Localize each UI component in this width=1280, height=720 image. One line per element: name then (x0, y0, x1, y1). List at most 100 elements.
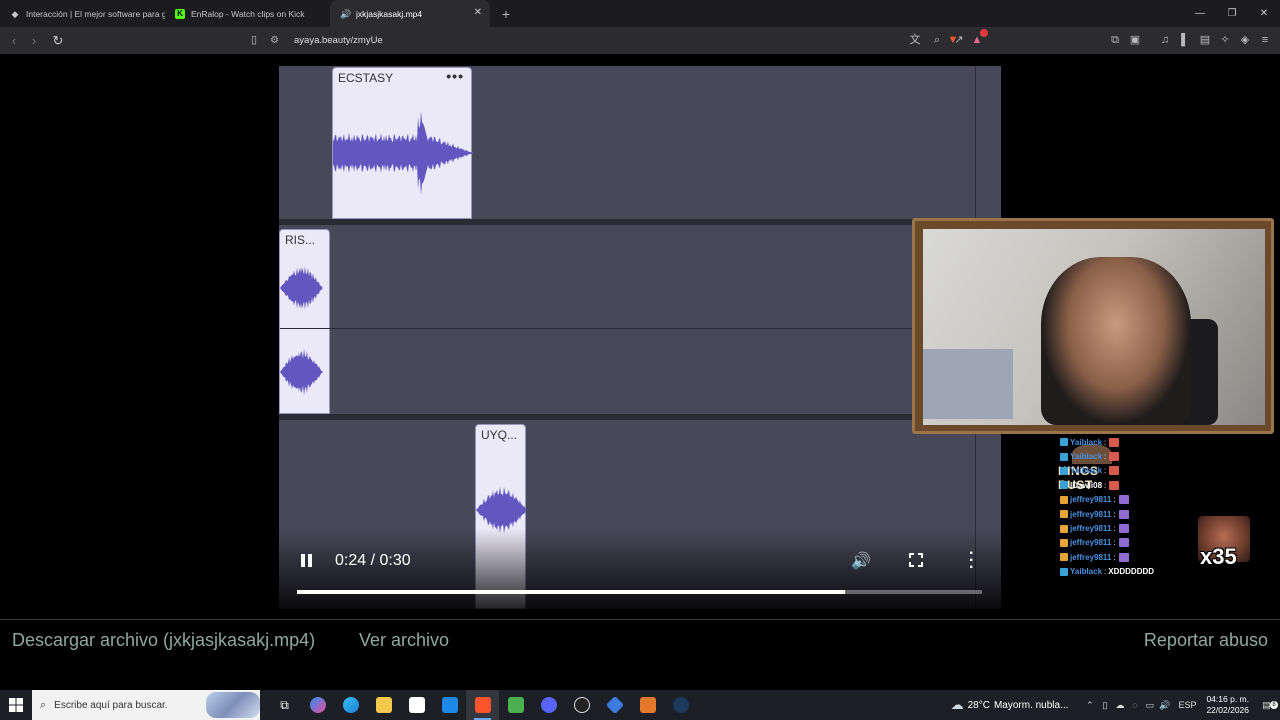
extensions-icon[interactable]: ⧉ (1108, 32, 1122, 48)
taskbar-search[interactable]: ⌕ Escribe aquí para buscar. (32, 690, 260, 720)
network-icon[interactable]: ▭ (1142, 700, 1157, 711)
address-bar[interactable]: ⚙ ayaya.beauty/zmyUe (270, 30, 966, 51)
close-window-button[interactable]: ✕ (1248, 0, 1280, 27)
copilot-icon[interactable] (301, 690, 334, 720)
chat-message: jeffrey9811: (1060, 536, 1200, 550)
reload-button[interactable]: ↻ (48, 33, 68, 49)
video-player[interactable]: ECSTASY ••• RIS... UYQ... 0:24 / 0:30 🔊 … (279, 66, 1001, 609)
new-tab-button[interactable]: + (498, 6, 514, 22)
audio-clip-ris[interactable]: RIS... (279, 229, 331, 414)
store-icon[interactable] (400, 690, 433, 720)
audio-clip-ecstasy[interactable]: ECSTASY ••• (332, 67, 473, 219)
page-content: ECSTASY ••• RIS... UYQ... 0:24 / 0:30 🔊 … (0, 54, 1280, 690)
restore-button[interactable]: ❐ (1216, 0, 1248, 27)
translate-icon[interactable]: 文 (908, 32, 922, 48)
screenshot-icon[interactable]: ▣ (1128, 32, 1142, 48)
view-file-link[interactable]: Ver archivo (359, 630, 449, 651)
time-display: 0:24 / 0:30 (335, 552, 411, 569)
chat-username[interactable]: Yaiblack (1070, 567, 1102, 576)
chat-separator: : (1104, 567, 1107, 577)
site-settings-icon[interactable]: ⚙ (270, 35, 284, 46)
mail-icon[interactable] (433, 690, 466, 720)
chat-username[interactable]: jeffrey9811 (1070, 524, 1111, 533)
zoom-icon[interactable]: ⌕ (930, 32, 944, 48)
onedrive-icon[interactable]: ☁ (1112, 700, 1127, 711)
chat-text: XDDDDDDD (1108, 567, 1155, 577)
wallet-icon[interactable]: ▤ (1198, 32, 1212, 48)
discord-icon[interactable] (532, 690, 565, 720)
tab-label: Interacción | El mejor software para g (26, 8, 165, 19)
background-bed (923, 349, 1013, 419)
forward-button[interactable]: › (24, 33, 44, 48)
lane-divider (279, 328, 1001, 329)
user-badge-icon (1060, 510, 1068, 519)
chat-username[interactable]: IDawli08 (1070, 481, 1102, 490)
vpn-icon[interactable]: ◈ (1238, 32, 1252, 48)
sidebar-icon[interactable]: ▌ (1178, 32, 1192, 48)
menu-icon[interactable]: ≡ (1258, 32, 1272, 48)
brave-shields-icon[interactable]: ▼ (946, 32, 960, 48)
cloud-icon: ☁ (950, 697, 964, 712)
chat-message: Yaiblack: XDDDDDDD (1060, 565, 1200, 579)
progress-bar[interactable] (297, 590, 982, 594)
emote-icon (1118, 538, 1129, 548)
minecraft-icon[interactable] (499, 690, 532, 720)
speaker-icon[interactable]: 🔊 (1157, 700, 1172, 711)
tray-app-icon[interactable]: ▯ (1097, 700, 1112, 711)
tray-app-icon[interactable]: ◌ (1127, 700, 1142, 710)
user-badge-icon (1060, 438, 1068, 447)
chat-message: jeffrey9811: (1060, 521, 1200, 535)
webcam-feed (923, 229, 1265, 425)
chat-username[interactable]: Yaiblack (1070, 438, 1102, 447)
fullscreen-icon[interactable] (909, 553, 923, 567)
file-explorer-icon[interactable] (367, 690, 400, 720)
user-badge-icon (1060, 481, 1068, 490)
more-options-icon[interactable]: · · · (969, 546, 974, 576)
brave-rewards-icon[interactable]: ▲ (970, 29, 988, 48)
tab-video[interactable]: 🔊 jxkjasjkasakj.mp4 ✕ (330, 0, 490, 27)
weather-widget[interactable]: ☁ 28°C Mayorm. nubla... (951, 697, 1069, 713)
brave-icon[interactable] (466, 690, 499, 720)
divider (0, 619, 1280, 620)
chat-separator: : (1113, 509, 1116, 519)
edge-icon[interactable] (334, 690, 367, 720)
minimize-button[interactable]: — (1184, 0, 1216, 27)
download-link[interactable]: Descargar archivo (jxkjasjkasakj.mp4) (12, 630, 315, 651)
chevron-up-icon[interactable]: ⌃ (1082, 700, 1097, 711)
chat-username[interactable]: Yaiblack (1070, 452, 1102, 461)
emote-count: x35 (1200, 544, 1237, 569)
back-button[interactable]: ‹ (4, 33, 24, 48)
tab-interaccion[interactable]: ◆ Interacción | El mejor software para g (0, 0, 165, 27)
chat-username[interactable]: Yaiblack (1070, 466, 1102, 475)
clip-menu-icon[interactable]: ••• (446, 68, 464, 84)
obs-icon[interactable] (565, 690, 598, 720)
task-view-icon[interactable]: ⧉ (268, 690, 301, 720)
emote-icon (1118, 495, 1129, 505)
taskbar-apps: ⧉ (268, 690, 697, 720)
language-indicator[interactable]: ESP (1178, 700, 1196, 710)
emote-icon (1109, 452, 1120, 462)
app-icon[interactable] (598, 690, 631, 720)
chat-username[interactable]: jeffrey9811 (1070, 495, 1111, 504)
volume-icon[interactable]: 🔊 (851, 551, 871, 571)
chat-message: Yaiblack: (1060, 435, 1200, 449)
chat-message: Yaiblack: (1060, 449, 1200, 463)
app-icon-4[interactable] (631, 690, 664, 720)
notifications-icon[interactable]: ▤ 8 (1259, 700, 1278, 711)
pause-button[interactable] (299, 552, 315, 570)
chat-username[interactable]: jeffrey9811 (1070, 510, 1111, 519)
close-tab-icon[interactable]: ✕ (474, 7, 482, 18)
steam-icon[interactable] (664, 690, 697, 720)
tab-kick[interactable]: K EnRalop - Watch clips on Kick (165, 0, 330, 27)
clock[interactable]: 04:16 p. m. 22/02/2026 (1206, 694, 1249, 716)
bookmark-icon[interactable]: ▯ (247, 32, 261, 48)
chat-username[interactable]: jeffrey9811 (1070, 538, 1111, 547)
leo-ai-icon[interactable]: ✧ (1218, 32, 1232, 48)
start-button[interactable] (0, 690, 32, 720)
report-abuse-link[interactable]: Reportar abuso (1144, 630, 1268, 651)
chat-message: jeffrey9811: (1060, 493, 1200, 507)
chat-message: jeffrey9811: (1060, 550, 1200, 564)
user-badge-icon (1060, 553, 1068, 562)
chat-username[interactable]: jeffrey9811 (1070, 553, 1111, 562)
music-icon[interactable]: ♫ (1158, 32, 1172, 48)
